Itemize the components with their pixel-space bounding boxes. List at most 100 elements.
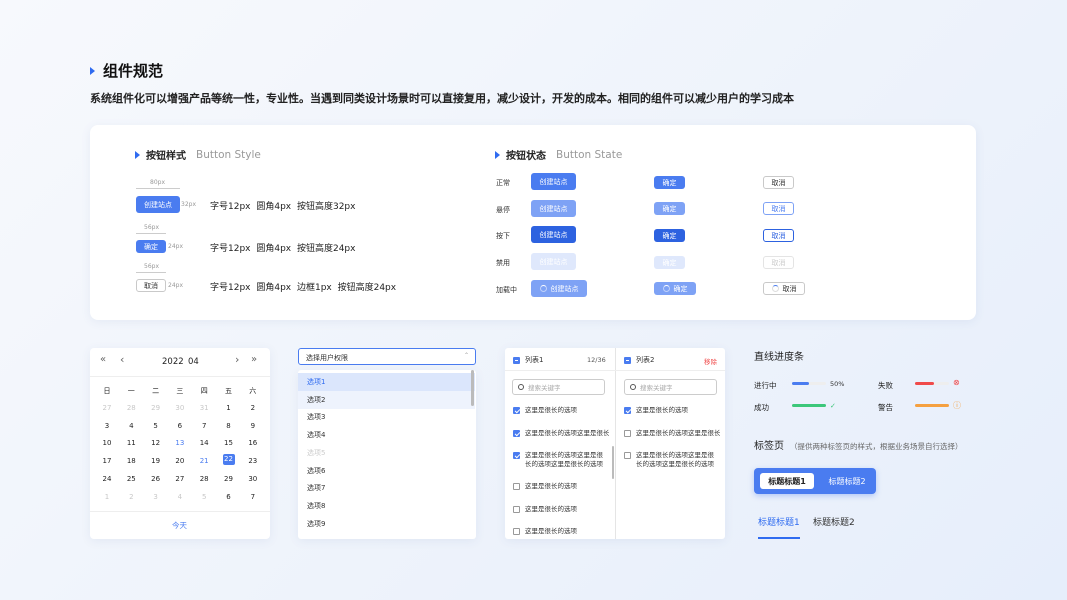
calendar-day[interactable]: 26 xyxy=(144,475,168,483)
calendar-day[interactable]: 1 xyxy=(95,493,119,501)
list-item[interactable]: 这里是很长的选项 xyxy=(513,482,609,491)
select-option[interactable]: 选项1 xyxy=(298,373,475,391)
create-site-button-large[interactable]: 创建站点 xyxy=(136,196,180,213)
calendar-day[interactable]: 18 xyxy=(119,457,143,465)
calendar-day[interactable]: 9 xyxy=(241,422,265,430)
prev-year-icon[interactable]: « xyxy=(100,354,106,365)
calendar-day[interactable]: 23 xyxy=(241,457,265,465)
calendar-day[interactable]: 29 xyxy=(217,475,241,483)
create-site-button-normal[interactable]: 创建站点 xyxy=(531,173,576,190)
calendar-day[interactable]: 5 xyxy=(192,493,216,501)
calendar-day[interactable]: 4 xyxy=(119,422,143,430)
calendar-day[interactable]: 30 xyxy=(168,404,192,412)
item-checkbox[interactable] xyxy=(513,429,520,437)
confirm-button-normal[interactable]: 确定 xyxy=(654,176,685,189)
confirm-button-loading[interactable]: 确定 xyxy=(654,282,696,295)
calendar-day[interactable]: 3 xyxy=(144,493,168,501)
calendar-year[interactable]: 2022 xyxy=(162,357,184,367)
select-all-checkbox[interactable] xyxy=(513,356,520,364)
calendar-day[interactable]: 28 xyxy=(192,475,216,483)
calendar-day[interactable]: 2 xyxy=(241,404,265,412)
calendar-day[interactable]: 27 xyxy=(168,475,192,483)
create-site-button-loading[interactable]: 创建站点 xyxy=(531,280,587,297)
cancel-button-pressed[interactable]: 取消 xyxy=(763,229,794,242)
create-site-button-pressed[interactable]: 创建站点 xyxy=(531,226,576,243)
calendar-day[interactable]: 8 xyxy=(217,422,241,430)
select-option[interactable]: 选项4 xyxy=(298,426,475,444)
confirm-button-small[interactable]: 确定 xyxy=(136,240,166,253)
calendar-day[interactable]: 1 xyxy=(217,404,241,412)
calendar-day[interactable]: 6 xyxy=(217,493,241,501)
create-site-button-hover[interactable]: 创建站点 xyxy=(531,200,576,217)
calendar-day[interactable]: 10 xyxy=(95,439,119,447)
segmented-tab-1[interactable]: 标题标题1 xyxy=(760,473,814,489)
list-item[interactable]: 这里是很长的选项 xyxy=(624,406,720,415)
calendar-day[interactable]: 6 xyxy=(168,422,192,430)
line-tab-1[interactable]: 标题标题1 xyxy=(758,515,800,528)
list-item[interactable]: 这里是很长的选项 xyxy=(513,527,609,536)
calendar-day[interactable]: 7 xyxy=(241,493,265,501)
calendar-day[interactable]: 27 xyxy=(95,404,119,412)
select-box[interactable]: 选择用户权限 ⌃ xyxy=(298,348,476,365)
item-checkbox[interactable] xyxy=(624,429,631,437)
cancel-button-small[interactable]: 取消 xyxy=(136,279,166,292)
calendar-day[interactable]: 16 xyxy=(241,439,265,447)
calendar-day[interactable]: 11 xyxy=(119,439,143,447)
list-item[interactable]: 这里是很长的选项这里是很长 xyxy=(624,429,720,438)
confirm-button-pressed[interactable]: 确定 xyxy=(654,229,685,242)
list-item[interactable]: 这里是很长的选项 xyxy=(513,505,609,514)
select-option[interactable]: 选项6 xyxy=(298,462,475,480)
calendar-day[interactable]: 25 xyxy=(119,475,143,483)
confirm-button-hover[interactable]: 确定 xyxy=(654,202,685,215)
select-option[interactable]: 选项2 xyxy=(298,390,475,409)
segmented-tab-2[interactable]: 标题标题2 xyxy=(820,473,874,489)
calendar-day[interactable]: 21 xyxy=(192,457,216,465)
calendar-day[interactable]: 28 xyxy=(119,404,143,412)
select-option[interactable]: 选项8 xyxy=(298,497,475,515)
list-item[interactable]: 这里是很长的选项这里是很长的选项这里是很长的选项 xyxy=(513,451,609,469)
list-item[interactable]: 这里是很长的选项这里是很长 xyxy=(513,429,609,438)
calendar-day[interactable]: 14 xyxy=(192,439,216,447)
calendar-day[interactable]: 30 xyxy=(241,475,265,483)
item-checkbox[interactable] xyxy=(513,528,520,535)
calendar-day[interactable]: 12 xyxy=(144,439,168,447)
select-option[interactable]: 选项7 xyxy=(298,479,475,497)
calendar-day[interactable]: 22 xyxy=(222,454,235,466)
left-search-input[interactable]: 搜索关键字 xyxy=(512,379,605,395)
item-checkbox[interactable] xyxy=(624,407,631,414)
calendar-day[interactable]: 5 xyxy=(144,422,168,430)
dropdown-scrollbar[interactable] xyxy=(471,370,474,406)
prev-month-icon[interactable]: ‹ xyxy=(120,353,124,366)
calendar-day[interactable]: 29 xyxy=(144,404,168,412)
cancel-button-loading[interactable]: 取消 xyxy=(763,282,805,295)
calendar-day[interactable]: 2 xyxy=(119,493,143,501)
calendar-day[interactable]: 7 xyxy=(192,422,216,430)
item-checkbox[interactable] xyxy=(624,452,631,459)
calendar-day[interactable]: 17 xyxy=(95,457,119,465)
left-list-scrollbar[interactable] xyxy=(612,446,614,479)
item-checkbox[interactable] xyxy=(513,452,520,459)
select-option[interactable]: 选项9 xyxy=(298,515,475,533)
calendar-day[interactable]: 24 xyxy=(95,475,119,483)
remove-link[interactable]: 移除 xyxy=(704,356,717,366)
calendar-day[interactable]: 20 xyxy=(168,457,192,465)
item-checkbox[interactable] xyxy=(513,505,520,513)
calendar-day[interactable]: 15 xyxy=(217,439,241,447)
calendar-day[interactable]: 31 xyxy=(192,404,216,412)
item-checkbox[interactable] xyxy=(513,407,520,414)
item-checkbox[interactable] xyxy=(513,483,520,490)
calendar-day[interactable]: 4 xyxy=(168,493,192,501)
cancel-button-normal[interactable]: 取消 xyxy=(763,176,794,189)
next-month-icon[interactable]: › xyxy=(235,353,239,366)
calendar-month[interactable]: 04 xyxy=(188,357,199,367)
calendar-day[interactable]: 19 xyxy=(144,457,168,465)
list-item[interactable]: 这里是很长的选项 xyxy=(513,406,609,415)
today-link[interactable]: 今天 xyxy=(172,520,187,531)
calendar-day[interactable]: 3 xyxy=(95,422,119,430)
list-item[interactable]: 这里是很长的选项这里是很长的选项这里是很长的选项 xyxy=(624,451,720,469)
cancel-button-hover[interactable]: 取消 xyxy=(763,202,794,215)
right-search-input[interactable]: 搜索关键字 xyxy=(624,379,717,395)
calendar-day[interactable]: 13 xyxy=(168,439,192,447)
select-all-checkbox[interactable] xyxy=(624,356,631,364)
next-year-icon[interactable]: » xyxy=(251,354,257,365)
